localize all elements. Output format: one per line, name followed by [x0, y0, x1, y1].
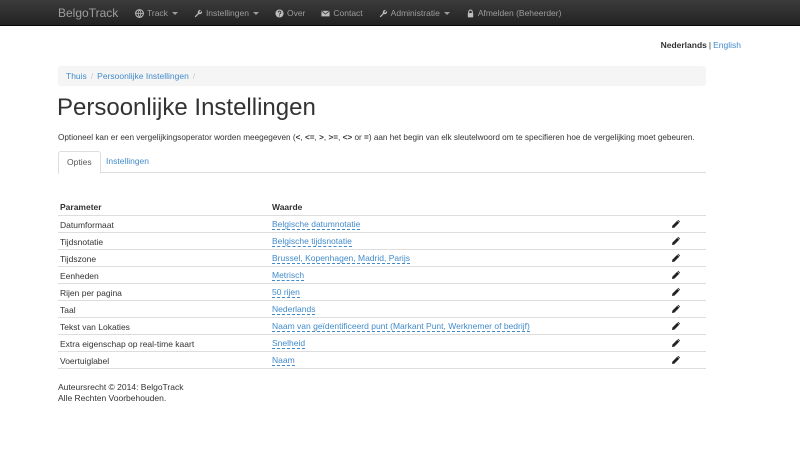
table-row: Tijdszone Brussel, Kopenhagen, Madrid, Pa… [58, 250, 706, 267]
row-parameter: Voertuiglabel [60, 356, 110, 366]
nav-afmelden[interactable]: Afmelden (Beheerder) [458, 0, 570, 26]
row-value-link[interactable]: Belgische tijdsnotatie [272, 237, 352, 247]
row-value-link[interactable]: Naam van geïdentificeerd punt (Markant P… [272, 322, 530, 332]
breadcrumb: Thuis / Persoonlijke Instellingen / [58, 66, 706, 86]
header-parameter: Parameter [60, 202, 102, 212]
pencil-icon[interactable] [671, 236, 681, 246]
language-current: Nederlands [660, 40, 707, 50]
intro-text: Optioneel kan er een vergelijkingsoperat… [58, 133, 695, 142]
language-switcher: Nederlands | English [661, 40, 741, 50]
breadcrumb-current[interactable]: Persoonlijke Instellingen [97, 71, 189, 81]
envelope-icon [321, 9, 330, 18]
row-value-link[interactable]: Metrisch [272, 271, 305, 281]
tab-instellingen[interactable]: Instellingen [98, 151, 157, 173]
language-separator: | [708, 40, 712, 50]
nav-afmelden-label: Afmelden (Beheerder) [477, 8, 562, 18]
intro-op-ge: >= [328, 133, 339, 142]
chevron-down-icon [171, 11, 178, 15]
table-header: Parameter Waarde [58, 199, 706, 216]
nav-instellingen-label: Instellingen [205, 8, 249, 18]
table-row: Voertuiglabel Naam [58, 352, 706, 369]
footer-copyright: Auteursrecht © 2014: BelgoTrack [58, 382, 184, 392]
lock-icon [466, 9, 475, 18]
pencil-icon[interactable] [671, 321, 681, 331]
row-value-link[interactable]: 50 rijen [272, 288, 300, 298]
table-row: Rijen per pagina 50 rijen [58, 284, 706, 301]
pencil-icon[interactable] [671, 338, 681, 348]
row-value-link[interactable]: Naam [272, 356, 295, 366]
row-value-link[interactable]: Nederlands [272, 305, 316, 315]
nav-administratie[interactable]: Administratie [371, 0, 458, 26]
intro-after: ) aan het begin van elk sleutelwoord om … [368, 133, 695, 142]
intro-op-ne: <> [342, 133, 353, 142]
main-nav: Track Instellingen Over Contact Administ… [127, 0, 569, 26]
nav-over[interactable]: Over [267, 0, 313, 26]
settings-table: Parameter Waarde Datumformaat Belgische d… [58, 199, 706, 369]
row-parameter: Eenheden [60, 271, 99, 281]
nav-administratie-label: Administratie [390, 8, 440, 18]
row-parameter: Tijdsnotatie [60, 237, 104, 247]
page-title: Persoonlijke Instellingen [57, 94, 316, 121]
table-row: Taal Nederlands [58, 301, 706, 318]
header-value: Waarde [272, 202, 303, 212]
nav-track[interactable]: Track [127, 0, 186, 26]
pencil-icon[interactable] [671, 304, 681, 314]
nav-track-label: Track [147, 8, 168, 18]
language-english-link[interactable]: English [713, 40, 741, 50]
pencil-icon[interactable] [671, 219, 681, 229]
top-navbar: BelgoTrack Track Instellingen Over Conta… [0, 0, 800, 26]
intro-op-lt: < [295, 133, 301, 142]
brand-logo[interactable]: BelgoTrack [58, 0, 118, 26]
row-parameter: Rijen per pagina [60, 288, 122, 298]
chevron-down-icon [443, 11, 450, 15]
question-circle-icon [275, 8, 284, 18]
wrench-icon [194, 9, 203, 18]
row-parameter: Tekst van Lokaties [60, 322, 130, 332]
nav-contact[interactable]: Contact [313, 0, 370, 26]
footer-rights: Alle Rechten Voorbehouden. [58, 393, 167, 403]
table-row: Tijdsnotatie Belgische tijdsnotatie [58, 233, 706, 250]
intro-before: Optioneel kan er een vergelijkingsoperat… [58, 133, 296, 142]
nav-over-label: Over [286, 8, 306, 18]
row-value-link[interactable]: Snelheid [272, 339, 306, 349]
row-parameter: Extra eigenschap op real-time kaart [60, 339, 195, 349]
nav-instellingen[interactable]: Instellingen [186, 0, 267, 26]
table-row: Eenheden Metrisch [58, 267, 706, 284]
row-parameter: Tijdszone [60, 254, 97, 264]
row-value-link[interactable]: Brussel, Kopenhagen, Madrid, Parijs [272, 254, 410, 264]
row-parameter: Taal [60, 305, 76, 315]
pencil-icon[interactable] [671, 270, 681, 280]
settings-tabs: Opties Instellingen [58, 151, 706, 174]
tab-opties[interactable]: Opties [58, 151, 101, 174]
table-body: Datumformaat Belgische datumnotatie Tijdsn… [58, 216, 706, 369]
pencil-icon[interactable] [671, 253, 681, 263]
wrench-icon [379, 9, 388, 18]
intro-op-gt: > [319, 133, 324, 142]
chevron-down-icon [252, 11, 259, 15]
breadcrumb-home[interactable]: Thuis [66, 71, 87, 81]
globe-icon [135, 8, 144, 18]
row-value-link[interactable]: Belgische datumnotatie [272, 220, 361, 230]
table-row: Extra eigenschap op real-time kaart Snelh… [58, 335, 706, 352]
breadcrumb-divider: / [192, 71, 196, 81]
pencil-icon[interactable] [671, 287, 681, 297]
table-row: Datumformaat Belgische datumnotatie [58, 216, 706, 233]
breadcrumb-divider: / [90, 71, 94, 81]
intro-op-le: <= [304, 133, 315, 142]
pencil-icon[interactable] [671, 355, 681, 365]
footer: Auteursrecht © 2014: BelgoTrack Alle Rec… [58, 382, 183, 404]
row-parameter: Datumformaat [60, 220, 114, 230]
nav-contact-label: Contact [333, 8, 363, 18]
table-row: Tekst van Lokaties Naam van geïdentificee… [58, 318, 706, 335]
